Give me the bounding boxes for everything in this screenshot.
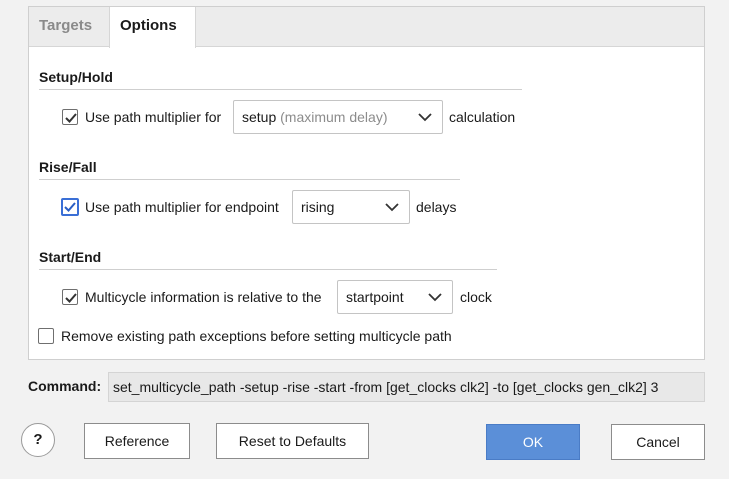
check-icon [65,113,77,123]
setup-hold-select-hint: (maximum delay) [280,109,388,125]
help-button[interactable]: ? [21,423,55,457]
rise-fall-select[interactable]: rising [292,190,410,224]
start-end-label: Multicycle information is relative to th… [85,289,322,305]
section-rise-fall-title: Rise/Fall [39,159,97,175]
section-setup-hold-title: Setup/Hold [39,69,113,85]
setup-hold-label: Use path multiplier for [85,109,222,125]
multicycle-dialog: Targets Options Setup/Hold Use path mult… [0,0,729,479]
check-icon [65,293,77,303]
tab-options-label: Options [120,17,177,34]
tab-bar: Targets Options [29,7,704,48]
start-end-suffix: clock [460,289,492,305]
setup-hold-select[interactable]: setup (maximum delay) [233,100,443,134]
ok-button[interactable]: OK [486,424,580,460]
rise-fall-suffix: delays [416,199,457,215]
tab-targets[interactable]: Targets [39,7,111,47]
rise-fall-select-value: rising [301,199,335,215]
remove-exceptions-checkbox[interactable] [38,328,54,344]
reset-button-label: Reset to Defaults [238,433,347,449]
rise-fall-label: Use path multiplier for endpoint [85,199,279,215]
reference-button-label: Reference [104,433,170,449]
setup-hold-select-value: setup (maximum delay) [242,109,388,125]
chevron-down-icon [428,293,442,302]
check-icon [64,202,76,212]
options-panel: Targets Options Setup/Hold Use path mult… [28,6,705,360]
setup-hold-select-text: setup [242,109,277,125]
command-label: Command: [28,378,102,394]
reference-button[interactable]: Reference [84,423,190,459]
command-field[interactable]: set_multicycle_path -setup -rise -start … [108,372,705,402]
rise-fall-checkbox[interactable] [61,198,79,216]
tab-options[interactable]: Options [109,7,196,48]
reset-to-defaults-button[interactable]: Reset to Defaults [216,423,369,459]
chevron-down-icon [418,113,432,122]
section-divider [39,179,460,180]
help-icon: ? [33,431,43,448]
setup-hold-suffix: calculation [449,109,516,125]
command-value: set_multicycle_path -setup -rise -start … [113,379,659,395]
cancel-button[interactable]: Cancel [611,424,705,460]
start-end-select[interactable]: startpoint [337,280,453,314]
start-end-select-value: startpoint [346,289,404,305]
chevron-down-icon [385,203,399,212]
cancel-button-label: Cancel [636,434,680,450]
tab-targets-label: Targets [39,17,93,34]
start-end-checkbox[interactable] [62,289,78,305]
remove-exceptions-label: Remove existing path exceptions before s… [61,328,452,344]
section-divider [39,89,522,90]
ok-button-label: OK [522,434,544,450]
section-start-end-title: Start/End [39,249,102,265]
setup-hold-checkbox[interactable] [62,109,78,125]
section-divider [39,269,497,270]
